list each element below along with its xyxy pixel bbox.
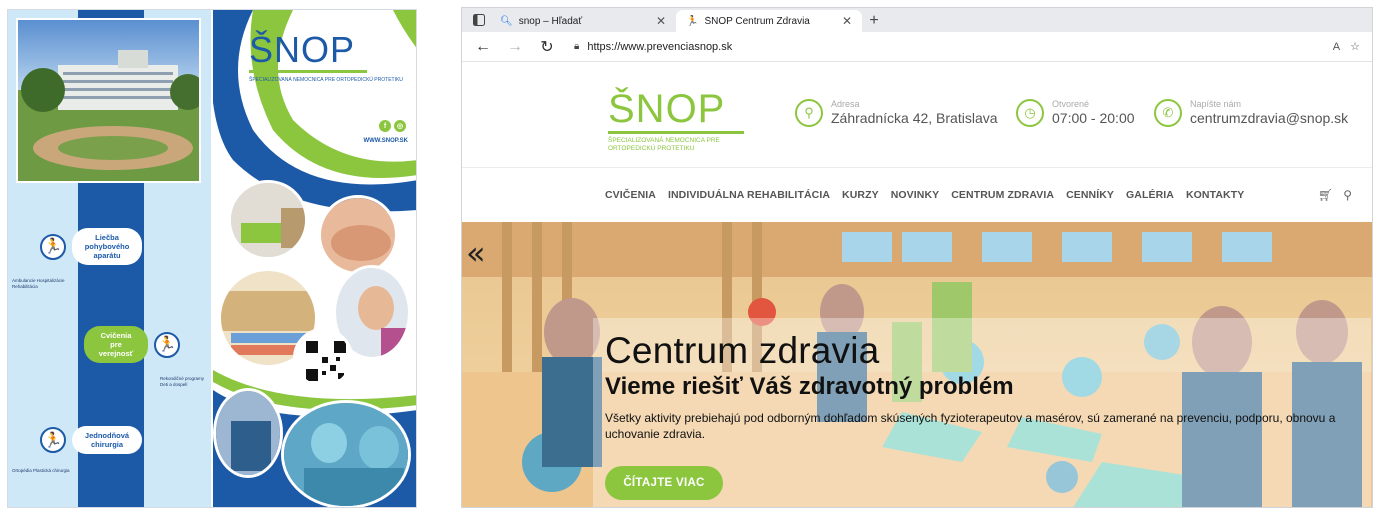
refresh-button[interactable]: ↻ <box>534 35 560 59</box>
runner-icon: 🏃 <box>154 331 180 358</box>
section-therapy-items: Ambulancie Hospitalizácie Rehabilitácia <box>12 278 65 289</box>
menu-item-kontakty[interactable]: KONTAKTY <box>1186 189 1244 201</box>
brochure-left-panel: 🏃 Liečba pohybového aparátu Ambulancie H… <box>8 10 211 507</box>
tab-actions-icon <box>473 14 485 26</box>
brochure-website: WWW.SNOP.SK <box>363 138 408 144</box>
brochure-logo-text: ŠNOP <box>249 29 356 70</box>
section-surgery: 🏃 Jednodňová chirurgia <box>40 426 142 454</box>
address-label: Adresa <box>831 99 860 109</box>
main-menu: CVIČENIA INDIVIDUÁLNA REHABILITÁCIA KURZ… <box>605 189 1244 201</box>
menu-item-cvicenia[interactable]: CVIČENIA <box>605 189 656 201</box>
section-public-title: Cvičenia pre verejnosť <box>84 326 148 363</box>
email-info[interactable]: ✆ Napíšte nám centrumzdravia@snop.sk <box>1154 99 1348 127</box>
lock-icon: 🔒︎ <box>574 41 580 52</box>
instagram-icon: ◎ <box>394 120 406 132</box>
section-public: Cvičenia pre verejnosť 🏃 <box>84 326 180 363</box>
section-therapy: 🏃 Liečba pohybového aparátu <box>40 228 142 265</box>
hero-subtitle: Vieme riešiť Váš zdravotný problém <box>605 373 1014 400</box>
cart-icon[interactable]: 🛒︎ <box>1318 188 1333 202</box>
browser-window: 🔍︎ snop – Hľadať ✕ 🏃 ŠNOP Centrum Zdravi… <box>461 7 1373 508</box>
address-bar-actions: A ☆ <box>1333 40 1364 54</box>
section-surgery-title: Jednodňová chirurgia <box>72 426 142 454</box>
site-logo-text: ŠNOP <box>608 87 726 131</box>
site-logo-sub: ŠPECIALIZOVANÁ NEMOCNICA PRE ORTOPEDICKÚ… <box>608 137 720 152</box>
site-logo[interactable]: ŠNOP ŠPECIALIZOVANÁ NEMOCNICA PRE ORTOPE… <box>608 89 758 153</box>
hours-info: ◷ Otvorené 07:00 - 20:00 <box>1016 99 1135 127</box>
qr-code-circle <box>293 328 353 388</box>
menu-item-individualna-rehabilitacia[interactable]: INDIVIDUÁLNA REHABILITÁCIA <box>668 189 830 201</box>
photo-hands-circle <box>318 195 398 275</box>
brochure-logo-sub: ŠPECIALIZOVANÁ NEMOCNICA PRE ORTOPEDICKÚ… <box>249 77 403 83</box>
brochure-logo: ŠNOP ŠPECIALIZOVANÁ NEMOCNICA PRE ORTOPE… <box>249 32 409 83</box>
read-aloud-button[interactable]: A <box>1333 41 1340 53</box>
section-therapy-title: Liečba pohybového aparátu <box>72 228 142 265</box>
runner-icon: 🏃 <box>686 15 699 27</box>
section-surgery-items: Ortopédia Plastická chirurgia <box>12 468 70 473</box>
slider-prev-button[interactable]: « <box>466 234 486 272</box>
menu-item-centrum-zdravia[interactable]: CENTRUM ZDRAVIA <box>951 189 1054 201</box>
runner-icon: 🏃 <box>40 233 66 260</box>
close-tab-icon[interactable]: ✕ <box>842 14 852 28</box>
tab-search[interactable]: 🔍︎ snop – Hľadať ✕ <box>490 10 676 32</box>
address-value: Záhradnícka 42, Bratislava <box>831 110 998 126</box>
tab-search-title: snop – Hľadať <box>518 15 583 27</box>
search-icon: 🔍︎ <box>500 15 513 27</box>
brochure-image: 🏃 Liečba pohybového aparátu Ambulancie H… <box>7 9 417 508</box>
arrow-left-icon: ← <box>475 37 491 55</box>
brochure-right-panel: ŠNOP ŠPECIALIZOVANÁ NEMOCNICA PRE ORTOPE… <box>213 10 416 507</box>
logo-underline <box>249 70 367 73</box>
tab-snop-title: ŠNOP Centrum Zdravia <box>704 15 810 27</box>
hero-title: Centrum zdravia <box>605 330 880 371</box>
runner-icon: 🏃 <box>40 427 66 453</box>
arrow-right-icon: → <box>507 37 523 55</box>
hero-text: Všetky aktivity prebiehajú pod odborným … <box>605 411 1336 441</box>
menu-icons: 🛒︎ ⚲ <box>1318 188 1352 202</box>
facebook-icon: f <box>379 120 391 132</box>
tab-snop[interactable]: 🏃 ŠNOP Centrum Zdravia ✕ <box>676 10 862 32</box>
url-text: https://www.prevenciasnop.sk <box>587 40 733 53</box>
menu-item-novinky[interactable]: NOVINKY <box>891 189 940 201</box>
email-label: Napíšte nám <box>1190 99 1242 109</box>
phone-icon: ✆ <box>1154 99 1182 127</box>
section-public-items: Rekondičné programy Deti a dospelí <box>160 376 205 387</box>
photo-room-circle <box>228 180 308 260</box>
read-more-button[interactable]: ČÍTAJTE VIAC <box>605 466 723 500</box>
logo-underline <box>608 131 744 134</box>
website-content: ŠNOP ŠPECIALIZOVANÁ NEMOCNICA PRE ORTOPE… <box>462 63 1372 507</box>
close-tab-icon[interactable]: ✕ <box>656 14 666 28</box>
new-tab-button[interactable]: + <box>862 10 886 32</box>
photo-therapy-circle <box>213 388 283 478</box>
tab-actions-button[interactable] <box>468 10 490 30</box>
tab-bar: 🔍︎ snop – Hľadať ✕ 🏃 ŠNOP Centrum Zdravi… <box>462 8 1372 32</box>
hours-value: 07:00 - 20:00 <box>1052 110 1135 126</box>
forward-button[interactable]: → <box>502 35 528 59</box>
url-field[interactable]: 🔒︎ https://www.prevenciasnop.sk <box>566 35 1327 59</box>
address-bar: ← → ↻ 🔒︎ https://www.prevenciasnop.sk A … <box>462 32 1372 62</box>
clock-icon: ◷ <box>1016 99 1044 127</box>
hospital-photo <box>16 18 201 183</box>
email-value[interactable]: centrumzdravia@snop.sk <box>1190 110 1348 127</box>
search-icon[interactable]: ⚲ <box>1343 188 1352 202</box>
hero-banner: « Centrum zdravia Vieme riešiť Váš zdrav… <box>462 222 1372 507</box>
back-button[interactable]: ← <box>470 35 496 59</box>
menu-item-cenniky[interactable]: CENNÍKY <box>1066 189 1114 201</box>
menu-item-kurzy[interactable]: KURZY <box>842 189 879 201</box>
social-icons: f ◎ <box>379 120 406 132</box>
menu-item-galeria[interactable]: GALÉRIA <box>1126 189 1174 201</box>
favorite-star-icon[interactable]: ☆ <box>1350 40 1360 53</box>
address-info: ⚲ Adresa Záhradnícka 42, Bratislava <box>795 99 998 127</box>
photo-surgery-circle <box>281 400 411 507</box>
hours-label: Otvorené <box>1052 99 1090 109</box>
location-pin-icon: ⚲ <box>795 99 823 127</box>
refresh-icon: ↻ <box>540 38 554 56</box>
header-divider <box>462 167 1372 168</box>
